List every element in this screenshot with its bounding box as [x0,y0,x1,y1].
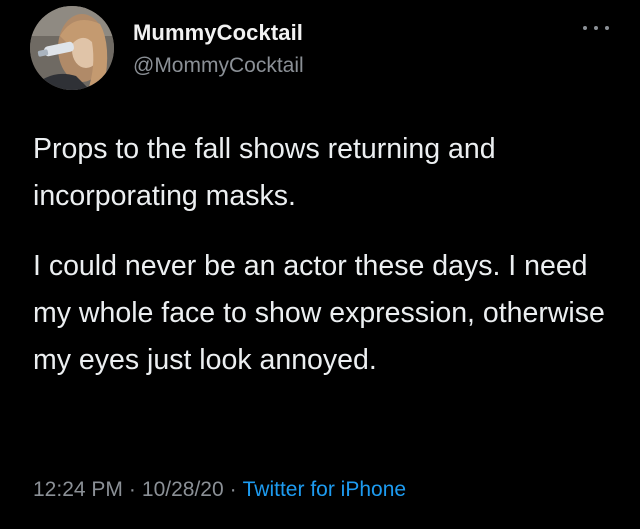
tweet-card: MummyCocktail @MommyCocktail Props to th… [0,0,640,529]
user-handle[interactable]: @MommyCocktail [133,54,304,78]
dot [605,26,609,30]
tweet-metadata: 12:24 PM · 10/28/20 · Twitter for iPhone [33,478,406,502]
tweet-text-paragraph-1: Props to the fall shows returning and in… [33,133,496,212]
separator: · [128,478,136,501]
more-options-icon[interactable] [583,22,609,34]
avatar[interactable] [30,6,114,90]
tweet-text-paragraph-2: I could never be an actor these days. I … [33,250,605,376]
tweet-source-link[interactable]: Twitter for iPhone [243,478,406,501]
dot [583,26,587,30]
tweet-time[interactable]: 12:24 PM [33,478,123,501]
tweet-date[interactable]: 10/28/20 [142,478,224,501]
display-name[interactable]: MummyCocktail [133,20,303,46]
dot [594,26,598,30]
separator: · [229,478,237,501]
profile-photo-icon [30,6,114,90]
